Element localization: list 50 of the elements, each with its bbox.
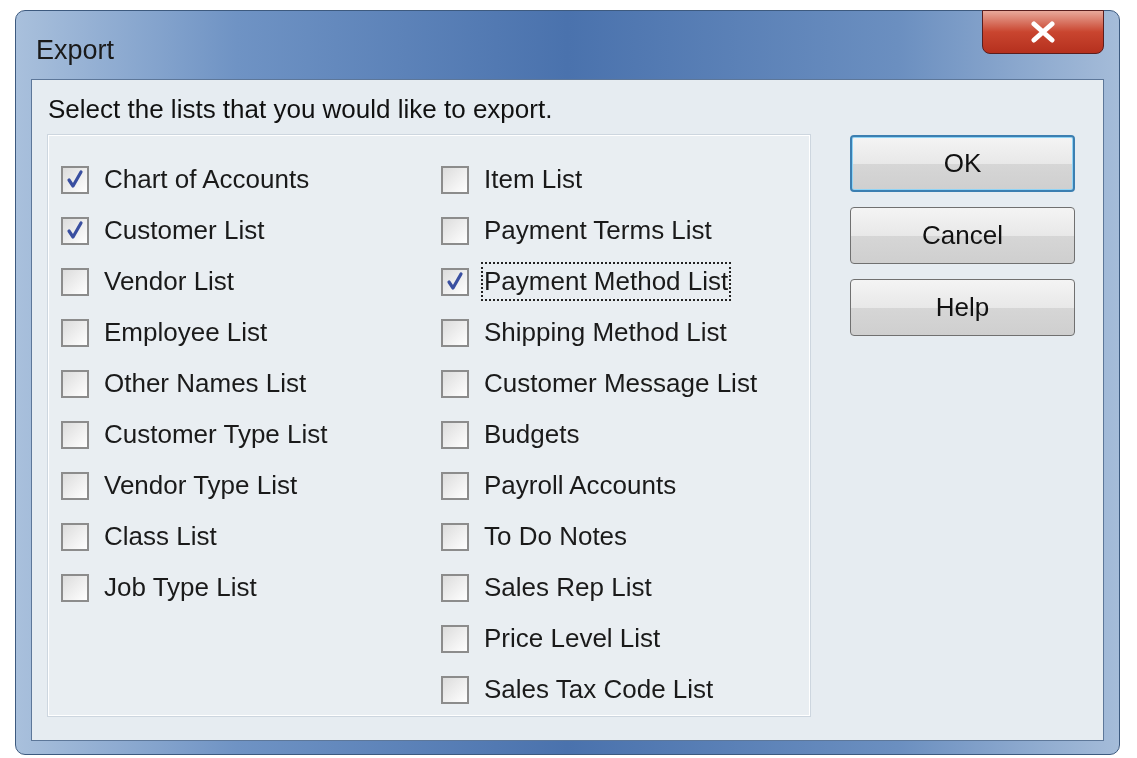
checkbox-label[interactable]: Sales Tax Code List (481, 670, 717, 709)
checkbox[interactable] (61, 420, 89, 449)
checkbox-label[interactable]: Price Level List (481, 619, 664, 658)
checkbox[interactable] (61, 216, 89, 245)
checkbox[interactable] (441, 420, 469, 449)
checkbox[interactable] (61, 318, 89, 347)
checkbox-label[interactable]: Other Names List (101, 364, 310, 403)
checkbox[interactable] (441, 165, 469, 194)
checkbox[interactable] (441, 471, 469, 500)
check-icon (64, 168, 86, 191)
check-icon (64, 219, 86, 242)
checkbox-label[interactable]: Employee List (101, 313, 271, 352)
checkbox[interactable] (441, 216, 469, 245)
check-icon (444, 270, 466, 293)
checkbox[interactable] (61, 573, 89, 602)
checkbox-label[interactable]: Item List (481, 160, 586, 199)
checkbox-label[interactable]: Payroll Accounts (481, 466, 680, 505)
checkbox-label[interactable]: Payment Method List (481, 262, 732, 301)
checkbox[interactable] (441, 369, 469, 398)
close-button[interactable] (982, 10, 1104, 54)
checkbox-label[interactable]: Job Type List (101, 568, 260, 607)
checkbox-label[interactable]: Payment Terms List (481, 211, 715, 250)
checkbox[interactable] (61, 165, 89, 194)
instruction-text: Select the lists that you would like to export. (48, 94, 554, 125)
checkbox[interactable] (441, 318, 469, 347)
checkbox[interactable] (441, 267, 469, 296)
checkbox-label[interactable]: Customer Type List (101, 415, 331, 454)
checkbox-label[interactable]: Customer List (101, 211, 268, 250)
checkbox[interactable] (441, 675, 469, 704)
checkbox[interactable] (61, 369, 89, 398)
checkbox[interactable] (441, 573, 469, 602)
checkbox-label[interactable]: Chart of Accounts (101, 160, 313, 199)
checkbox-label[interactable]: To Do Notes (481, 517, 631, 556)
checkbox-label[interactable]: Budgets (481, 415, 583, 454)
checkbox-label[interactable]: Class List (101, 517, 220, 556)
checkbox-label[interactable]: Shipping Method List (481, 313, 730, 352)
window-title: Export (36, 35, 115, 66)
checkbox[interactable] (441, 522, 469, 551)
dialog-button[interactable]: Help (850, 279, 1075, 336)
checkbox-label[interactable]: Customer Message List (481, 364, 761, 403)
checkbox[interactable] (61, 522, 89, 551)
checkbox[interactable] (61, 267, 89, 296)
dialog-button[interactable]: OK (850, 135, 1075, 192)
checkbox-label[interactable]: Vendor Type List (101, 466, 301, 505)
checkbox-label[interactable]: Vendor List (101, 262, 238, 301)
close-icon (1030, 21, 1056, 43)
dialog-button[interactable]: Cancel (850, 207, 1075, 264)
checkbox[interactable] (441, 624, 469, 653)
checkbox-label[interactable]: Sales Rep List (481, 568, 655, 607)
checkbox[interactable] (61, 471, 89, 500)
